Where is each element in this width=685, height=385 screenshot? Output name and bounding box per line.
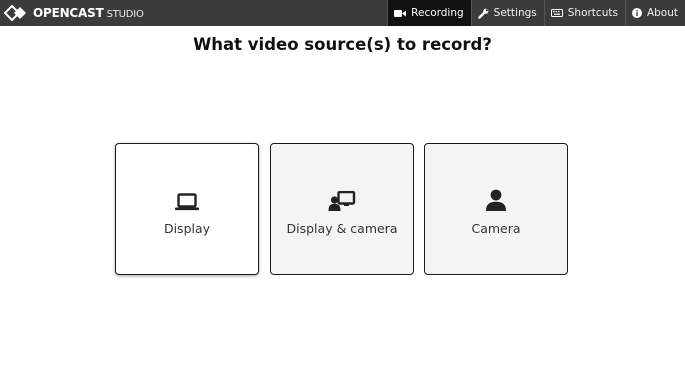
app-logo[interactable]: OPENCAST STUDIO	[4, 0, 144, 26]
brand-name: OPENCAST	[33, 6, 104, 20]
nav-settings-label: Settings	[493, 7, 537, 19]
app-name: OPENCAST STUDIO	[33, 6, 144, 20]
display-camera-icon	[328, 185, 356, 211]
source-camera-label: Camera	[471, 220, 521, 236]
opencast-logo-icon	[4, 5, 28, 21]
nav-settings[interactable]: Settings	[470, 0, 544, 26]
source-camera-card[interactable]: Camera	[424, 143, 568, 275]
video-camera-icon	[394, 9, 407, 18]
nav-about[interactable]: About	[624, 0, 685, 26]
nav-about-label: About	[646, 7, 678, 19]
nav-recording-label: Recording	[411, 7, 464, 19]
nav-shortcuts-label: Shortcuts	[567, 7, 618, 19]
nav-recording[interactable]: Recording	[387, 0, 471, 26]
brand-subtitle: STUDIO	[106, 9, 144, 20]
source-display-label: Display	[163, 220, 211, 236]
laptop-icon	[175, 185, 199, 211]
keyboard-icon	[550, 9, 563, 17]
main-nav: Recording Settings Shortcuts About	[387, 0, 685, 26]
source-display-card[interactable]: Display	[115, 143, 259, 275]
info-icon	[631, 8, 642, 18]
page-title: What video source(s) to record?	[193, 35, 492, 54]
nav-shortcuts[interactable]: Shortcuts	[543, 0, 625, 26]
top-bar: OPENCAST STUDIO Recording Settings Short…	[0, 0, 685, 26]
source-display-camera-label: Display & camera	[286, 220, 398, 236]
user-icon	[486, 185, 506, 211]
source-display-camera-card[interactable]: Display & camera	[270, 143, 414, 275]
wrench-icon	[477, 8, 489, 19]
